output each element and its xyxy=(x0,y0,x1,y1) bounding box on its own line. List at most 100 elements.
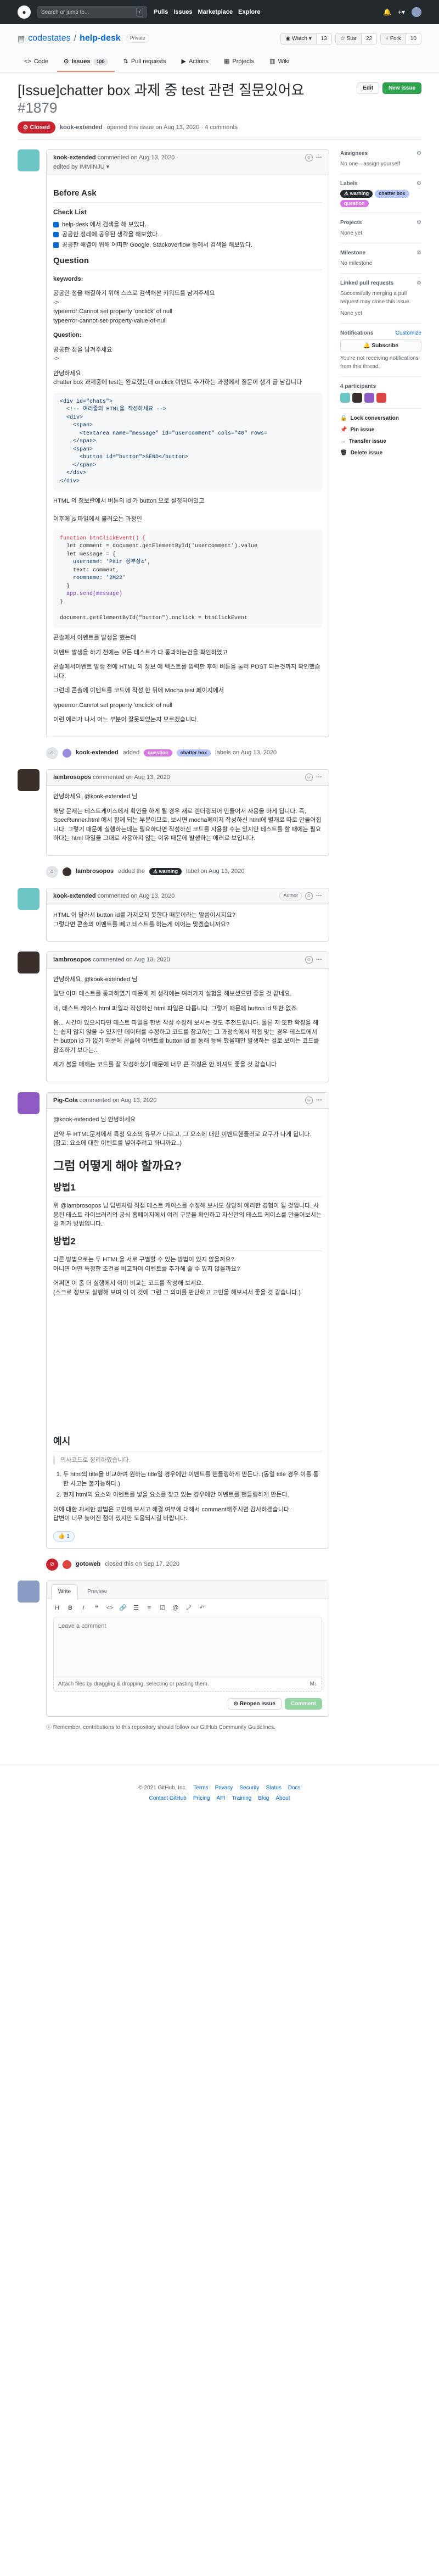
avatar[interactable] xyxy=(18,1092,40,1114)
heading-icon[interactable]: H xyxy=(53,1604,61,1613)
link-icon[interactable]: 🔗 xyxy=(119,1604,127,1613)
comment-date[interactable]: commented on Aug 13, 2020 xyxy=(98,893,175,899)
label-warning[interactable]: ⚠ warning xyxy=(149,867,182,876)
checkbox-checked[interactable] xyxy=(53,221,59,227)
tab-actions[interactable]: ▶ Actions xyxy=(175,53,215,72)
comment-author[interactable]: lambrosopos xyxy=(53,956,91,963)
issue-author-link[interactable]: kook-extended xyxy=(60,123,103,132)
reply-icon[interactable]: ↶ xyxy=(198,1604,206,1613)
dropdown-caret-icon[interactable]: ▾ xyxy=(106,164,110,170)
edit-button[interactable]: Edit xyxy=(357,82,380,94)
nav-issues[interactable]: Issues xyxy=(173,8,192,17)
nav-explore[interactable]: Explore xyxy=(238,8,260,17)
comment-author[interactable]: kook-extended xyxy=(53,893,96,899)
reopen-issue-button[interactable]: ⊙ Reopen issue xyxy=(227,1698,282,1710)
fork-count[interactable]: 10 xyxy=(406,33,421,44)
comment-author[interactable]: kook-extended xyxy=(53,154,96,161)
nav-pulls[interactable]: Pulls xyxy=(154,8,168,17)
unordered-list-icon[interactable]: ☰ xyxy=(132,1604,140,1613)
search-input[interactable]: Search or jump to... / xyxy=(37,6,147,18)
italic-icon[interactable]: I xyxy=(80,1604,87,1613)
gear-icon[interactable]: ⚙ xyxy=(417,219,421,227)
footer-link[interactable]: Security xyxy=(239,1784,259,1792)
kebab-menu-icon[interactable]: ··· xyxy=(316,892,322,901)
footer-link[interactable]: Blog xyxy=(258,1794,269,1802)
footer-link[interactable]: Terms xyxy=(193,1784,208,1792)
new-issue-button[interactable]: New issue xyxy=(382,82,421,94)
tab-preview[interactable]: Preview xyxy=(80,1584,114,1599)
avatar[interactable] xyxy=(63,867,71,876)
comment-button[interactable]: Comment xyxy=(284,1698,322,1710)
footer-link[interactable]: Pricing xyxy=(193,1794,210,1802)
code-icon[interactable]: <> xyxy=(106,1604,114,1613)
avatar[interactable] xyxy=(63,748,71,758)
quote-icon[interactable]: ❝ xyxy=(93,1604,100,1613)
gear-icon[interactable]: ⚙ xyxy=(417,149,421,158)
task-list-icon[interactable]: ☑ xyxy=(159,1604,166,1613)
fork-button[interactable]: ⑂ Fork 10 xyxy=(380,32,421,44)
transfer-issue-button[interactable]: → Transfer issue xyxy=(340,437,421,446)
customize-link[interactable]: Customize xyxy=(396,329,421,337)
comment-date[interactable]: commented on Aug 13, 2020 xyxy=(93,956,170,963)
label-chatter-box[interactable]: chatter box xyxy=(375,190,409,198)
subscribe-button[interactable]: 🔔 Subscribe xyxy=(340,340,421,352)
smiley-icon[interactable]: ☺ xyxy=(305,892,313,900)
avatar[interactable] xyxy=(63,1560,71,1569)
tab-projects[interactable]: ▦ Projects xyxy=(217,53,261,72)
event-actor[interactable]: lambrosopos xyxy=(76,867,114,876)
edited-by[interactable]: edited by IMMINJU xyxy=(53,164,105,170)
kebab-menu-icon[interactable]: ··· xyxy=(316,1096,322,1105)
footer-link[interactable]: Training xyxy=(232,1794,252,1802)
comment-textarea[interactable]: Leave a comment xyxy=(53,1617,322,1677)
lock-conversation-button[interactable]: 🔒 Lock conversation xyxy=(340,414,421,422)
smiley-icon[interactable]: ☺ xyxy=(305,154,313,162)
avatar[interactable] xyxy=(340,393,350,403)
footer-link[interactable]: API xyxy=(216,1794,225,1802)
footer-link[interactable]: Status xyxy=(266,1784,281,1792)
user-avatar[interactable] xyxy=(412,7,421,17)
nav-marketplace[interactable]: Marketplace xyxy=(198,8,233,17)
mention-icon[interactable]: @ xyxy=(172,1604,179,1613)
avatar[interactable] xyxy=(376,393,386,403)
label-warning[interactable]: ⚠ warning xyxy=(340,190,373,198)
footer-link[interactable]: Contact GitHub xyxy=(149,1794,187,1802)
smiley-icon[interactable]: ☺ xyxy=(305,773,313,781)
label-question[interactable]: question xyxy=(144,749,172,757)
bold-icon[interactable]: B xyxy=(66,1604,74,1613)
gear-icon[interactable]: ⚙ xyxy=(417,180,421,188)
delete-issue-button[interactable]: 🗑 Delete issue xyxy=(340,449,421,457)
reaction-thumbs-up[interactable]: 👍 1 xyxy=(53,1531,75,1542)
pin-issue-button[interactable]: 📌 Pin issue xyxy=(340,426,421,434)
markdown-icon[interactable]: M↓ xyxy=(310,1680,317,1688)
comment-date[interactable]: commented on Aug 13, 2020 xyxy=(80,1097,157,1104)
label-question[interactable]: question xyxy=(340,199,369,207)
avatar[interactable] xyxy=(18,149,40,171)
plus-icon[interactable]: +▾ xyxy=(398,7,405,17)
star-button[interactable]: ☆ Star 22 xyxy=(335,32,378,44)
repo-owner-link[interactable]: codestates xyxy=(28,32,70,45)
reference-icon[interactable]: ⤢ xyxy=(185,1604,193,1613)
kebab-menu-icon[interactable]: ··· xyxy=(316,773,322,782)
bell-icon[interactable]: 🔔 xyxy=(383,7,391,17)
avatar[interactable] xyxy=(364,393,374,403)
comment-date[interactable]: commented on Aug 13, 2020 · xyxy=(98,154,178,161)
checkbox-checked[interactable] xyxy=(53,232,59,238)
watch-count[interactable]: 13 xyxy=(316,33,331,44)
tab-wiki[interactable]: ▥ Wiki xyxy=(263,53,296,72)
gear-icon[interactable]: ⚙ xyxy=(417,249,421,257)
kebab-menu-icon[interactable]: ··· xyxy=(316,955,322,965)
tab-pull-requests[interactable]: ⇅ Pull requests xyxy=(117,53,173,72)
tab-code[interactable]: <> Code xyxy=(18,53,55,72)
assignees-value[interactable]: No one—assign yourself xyxy=(340,160,421,168)
label-chatter-box[interactable]: chatter box xyxy=(176,749,211,757)
footer-link[interactable]: About xyxy=(275,1794,290,1802)
avatar[interactable] xyxy=(18,1580,40,1603)
avatar[interactable] xyxy=(352,393,362,403)
kebab-menu-icon[interactable]: ··· xyxy=(316,153,322,163)
avatar[interactable] xyxy=(18,887,40,910)
gear-icon[interactable]: ⚙ xyxy=(417,279,421,287)
tab-issues[interactable]: ⊙ Issues 100 xyxy=(57,53,115,72)
event-actor[interactable]: gotoweb xyxy=(76,1560,100,1569)
watch-button[interactable]: ◉ Watch ▾ 13 xyxy=(280,32,332,44)
comment-date[interactable]: commented on Aug 13, 2020 xyxy=(93,774,170,781)
